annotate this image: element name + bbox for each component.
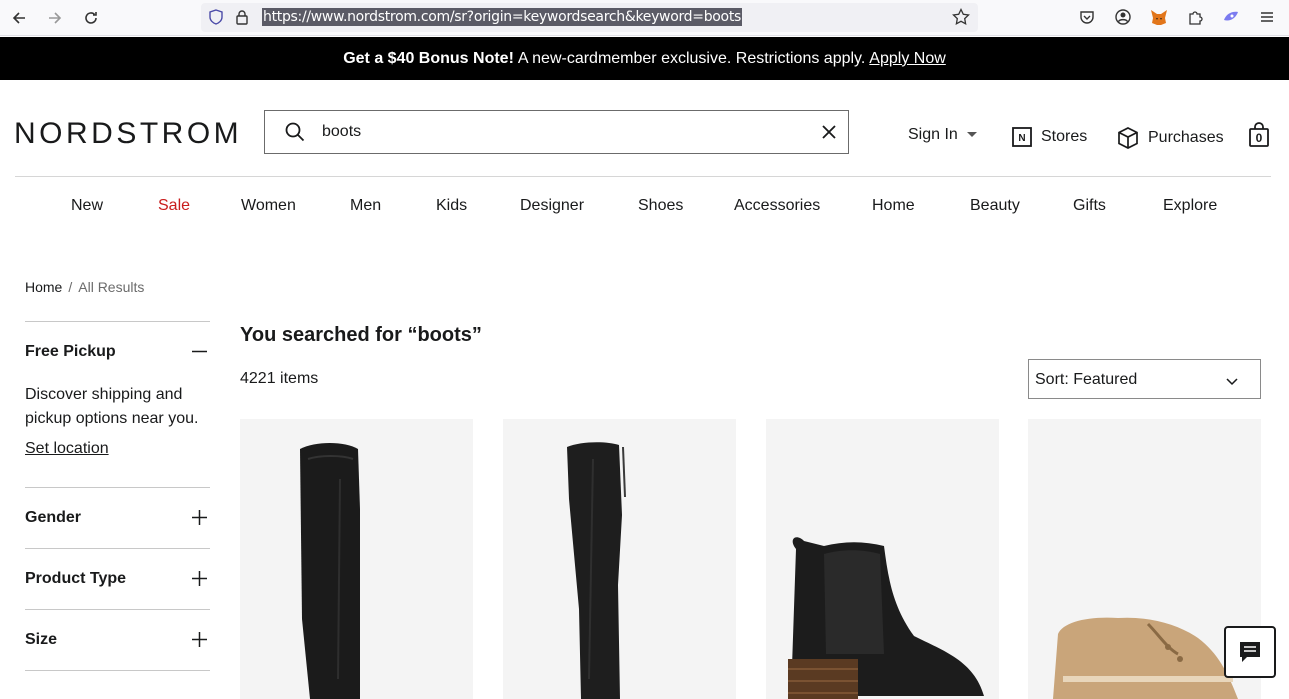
nav-new[interactable]: New	[71, 197, 103, 215]
expand-plus-icon[interactable]	[191, 509, 208, 526]
filter-divider	[25, 321, 210, 322]
lock-icon[interactable]	[234, 9, 250, 30]
box-icon	[1118, 127, 1138, 149]
shopping-bag-button[interactable]: 0	[1247, 122, 1271, 148]
svg-text:N: N	[1018, 133, 1025, 144]
nav-women[interactable]: Women	[241, 197, 296, 215]
stores-label: Stores	[1041, 128, 1088, 145]
pickup-description: Discover shipping and pickup options nea…	[25, 386, 199, 427]
breadcrumb-home[interactable]: Home	[25, 279, 62, 295]
nav-explore[interactable]: Explore	[1163, 197, 1217, 215]
results-title: You searched for “boots”	[240, 324, 482, 346]
search-icon[interactable]	[285, 122, 305, 147]
browser-toolbar: https://www.nordstrom.com/sr?origin=keyw…	[0, 0, 1289, 36]
apply-now-link[interactable]: Apply Now	[869, 50, 945, 68]
breadcrumb: Home / All Results	[25, 279, 144, 295]
collapse-minus-icon[interactable]	[191, 343, 208, 360]
nav-designer[interactable]: Designer	[520, 197, 584, 215]
sign-in-label: Sign In	[908, 126, 958, 143]
filter-size[interactable]: Size	[25, 631, 57, 649]
nav-kids[interactable]: Kids	[436, 197, 467, 215]
chat-icon	[1240, 642, 1260, 662]
filter-gender[interactable]: Gender	[25, 509, 81, 527]
expand-plus-icon[interactable]	[191, 631, 208, 648]
tall-boot-image	[567, 442, 626, 699]
nav-beauty[interactable]: Beauty	[970, 197, 1020, 215]
extensions-icon[interactable]	[1184, 6, 1206, 28]
search-box[interactable]: boots	[264, 110, 849, 154]
product-card[interactable]	[503, 419, 736, 699]
menu-icon[interactable]	[1256, 6, 1278, 28]
nav-accessories[interactable]: Accessories	[734, 197, 820, 215]
sort-dropdown[interactable]: Sort: Featured	[1028, 359, 1261, 399]
nordstrom-logo[interactable]: NORDSTROM	[14, 117, 242, 151]
store-icon: N	[1012, 127, 1032, 147]
nav-shoes[interactable]: Shoes	[638, 197, 683, 215]
chevron-down-icon	[1226, 373, 1238, 391]
product-card[interactable]	[766, 419, 999, 699]
main-navigation: New Sale Women Men Kids Designer Shoes A…	[0, 197, 1289, 217]
caret-down-icon	[966, 132, 977, 137]
banner-text: A new-cardmember exclusive. Restrictions…	[517, 49, 866, 67]
filter-divider	[25, 670, 210, 671]
forward-icon[interactable]	[43, 6, 67, 30]
tall-boot-image	[300, 443, 360, 699]
filter-divider	[25, 609, 210, 610]
nav-gifts[interactable]: Gifts	[1073, 197, 1106, 215]
bag-count: 0	[1255, 131, 1263, 145]
set-location-link[interactable]: Set location	[25, 440, 109, 458]
nav-men[interactable]: Men	[350, 197, 381, 215]
chat-button[interactable]	[1224, 626, 1276, 678]
expand-plus-icon[interactable]	[191, 570, 208, 587]
url-text[interactable]: https://www.nordstrom.com/sr?origin=keyw…	[262, 8, 742, 26]
account-icon[interactable]	[1112, 6, 1134, 28]
filter-divider	[25, 548, 210, 549]
purchases-label: Purchases	[1148, 129, 1224, 146]
address-bar[interactable]: https://www.nordstrom.com/sr?origin=keyw…	[201, 3, 978, 32]
search-input[interactable]: boots	[322, 123, 361, 141]
nav-home[interactable]: Home	[872, 197, 915, 215]
promo-banner: Get a $40 Bonus Note! A new-cardmember e…	[0, 37, 1289, 80]
star-icon[interactable]	[952, 7, 970, 31]
filter-free-pickup[interactable]: Free Pickup	[25, 343, 116, 361]
ai-extension-icon[interactable]	[1220, 6, 1242, 28]
sort-label: Sort: Featured	[1035, 371, 1138, 388]
back-icon[interactable]	[7, 6, 31, 30]
shield-icon[interactable]	[208, 9, 224, 30]
reload-icon[interactable]	[79, 6, 103, 30]
filter-divider	[25, 487, 210, 488]
header-divider	[15, 176, 1271, 177]
banner-bold-text: Get a $40 Bonus Note!	[343, 49, 514, 67]
sign-in-button[interactable]: Sign In	[908, 126, 978, 144]
product-card[interactable]	[240, 419, 473, 699]
breadcrumb-current: All Results	[78, 279, 145, 295]
fox-extension-icon[interactable]	[1148, 6, 1170, 28]
breadcrumb-separator: /	[68, 279, 73, 295]
purchases-link[interactable]: Purchases	[1116, 126, 1224, 150]
clear-search-icon[interactable]	[820, 123, 838, 146]
results-count: 4221 items	[240, 370, 319, 387]
stores-link[interactable]: N Stores	[1011, 126, 1087, 148]
nav-sale[interactable]: Sale	[158, 197, 190, 215]
pocket-icon[interactable]	[1076, 6, 1098, 28]
chelsea-boot-image	[788, 537, 984, 699]
filter-product-type[interactable]: Product Type	[25, 570, 126, 588]
